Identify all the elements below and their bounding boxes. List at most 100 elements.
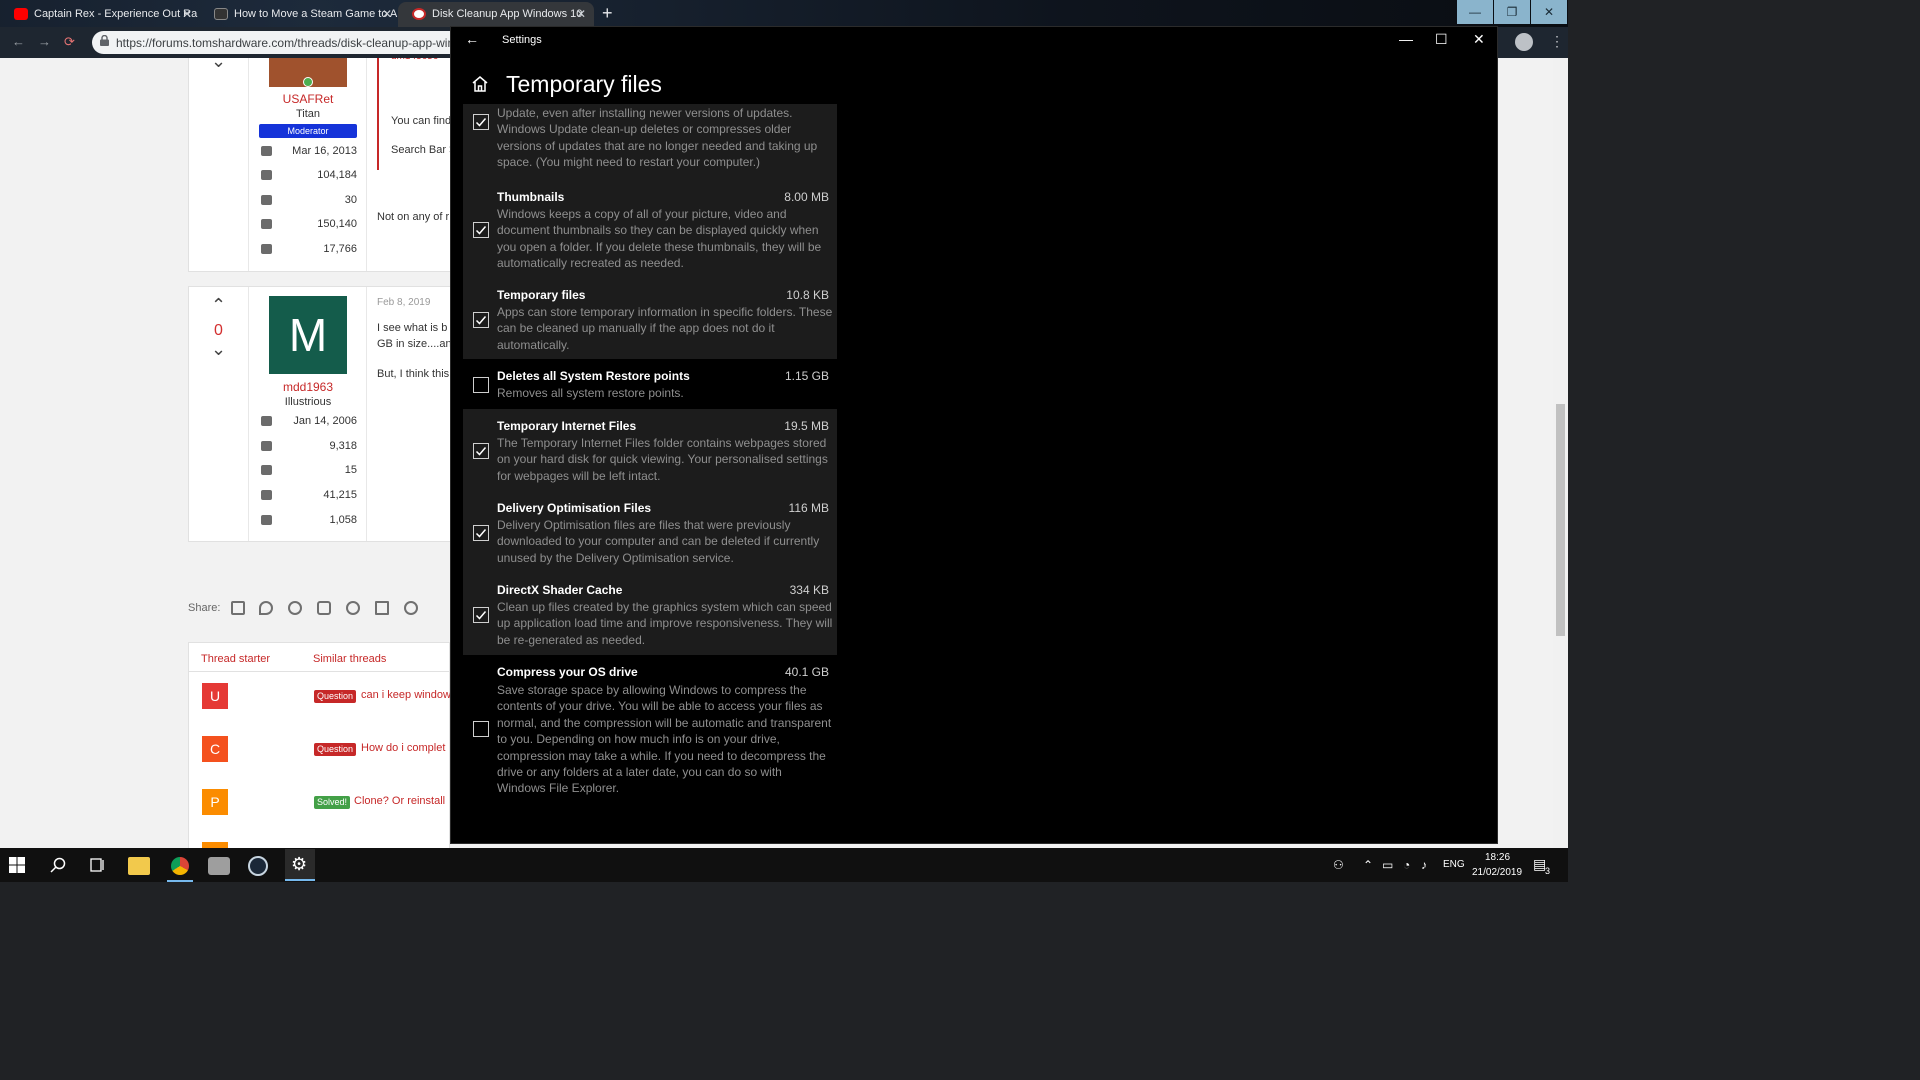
home-icon[interactable] bbox=[471, 75, 489, 93]
messages-icon bbox=[261, 170, 272, 180]
media-app-icon[interactable] bbox=[208, 857, 230, 875]
close-icon[interactable]: ✕ bbox=[1473, 31, 1485, 48]
thread-avatar[interactable]: U bbox=[202, 683, 228, 709]
minimize-icon[interactable]: — bbox=[1399, 31, 1413, 47]
item-checkbox[interactable] bbox=[473, 525, 489, 541]
checkmark-icon bbox=[475, 529, 487, 538]
link-icon[interactable] bbox=[404, 601, 418, 615]
messages-icon bbox=[261, 441, 272, 451]
user-rank: Titan bbox=[295, 108, 321, 120]
file-explorer-icon[interactable] bbox=[128, 857, 150, 875]
page-scrollbar-thumb[interactable] bbox=[1556, 404, 1565, 636]
item-checkbox[interactable] bbox=[473, 721, 489, 737]
address-bar[interactable]: https://forums.tomshardware.com/threads/… bbox=[92, 31, 492, 54]
username[interactable]: mdd1963 bbox=[249, 380, 367, 394]
forum-post: ⌃ 0 ⌄ M mdd1963 Illustrious Jan 14, 2006… bbox=[188, 286, 452, 542]
cleanup-item-thumbnails[interactable]: Thumbnails 8.00 MB Windows keeps a copy … bbox=[463, 180, 837, 270]
restore-icon[interactable]: ❐ bbox=[1494, 0, 1530, 24]
steam-icon[interactable] bbox=[248, 856, 268, 876]
browser-tab-htg[interactable]: How to Move a Steam Game to A ✕ bbox=[200, 2, 400, 27]
wifi-icon[interactable]: ◔ bbox=[1403, 858, 1410, 872]
cleanup-item-delivery-optimisation[interactable]: Delivery Optimisation Files 116 MB Deliv… bbox=[463, 491, 837, 573]
close-tab-icon[interactable]: ✕ bbox=[382, 7, 392, 21]
cleanup-item-temporary-files[interactable]: Temporary files 10.8 KB Apps can store t… bbox=[463, 270, 837, 359]
browser-tab-youtube[interactable]: Captain Rex - Experience Out Ra ✕ bbox=[0, 2, 200, 27]
checkmark-icon bbox=[475, 611, 487, 620]
stat-points: 41,215 bbox=[261, 489, 357, 503]
whatsapp-icon[interactable] bbox=[346, 601, 360, 615]
checkmark-icon bbox=[475, 226, 487, 235]
close-tab-icon[interactable]: ✕ bbox=[576, 7, 586, 21]
language-indicator[interactable]: ENG bbox=[1443, 859, 1465, 870]
cleanup-item-temporary-internet-files[interactable]: Temporary Internet Files 19.5 MB The Tem… bbox=[463, 409, 837, 491]
chrome-icon bbox=[171, 857, 189, 875]
thread-title-link[interactable]: How do i complet bbox=[361, 742, 445, 754]
quote-ref[interactable]: dm143656 bbox=[391, 58, 438, 62]
reload-icon[interactable]: ⟳ bbox=[64, 34, 75, 50]
cleanup-item-windows-update[interactable]: Update, even after installing newer vers… bbox=[463, 104, 837, 180]
thread-avatar[interactable]: P bbox=[202, 789, 228, 815]
cleanup-item-compress-os-drive[interactable]: Compress your OS drive 40.1 GB Save stor… bbox=[463, 655, 837, 804]
profile-avatar[interactable] bbox=[1515, 33, 1533, 51]
minimize-icon[interactable]: — bbox=[1457, 0, 1493, 24]
post-date[interactable]: Feb 8, 2019 bbox=[377, 297, 430, 308]
item-checkbox[interactable] bbox=[473, 607, 489, 623]
item-checkbox[interactable] bbox=[473, 222, 489, 238]
show-hidden-icons-chevron-icon[interactable]: ⌃ bbox=[1363, 858, 1373, 872]
new-tab-button[interactable]: + bbox=[602, 3, 613, 24]
close-icon[interactable]: ✕ bbox=[1531, 0, 1567, 24]
settings-taskbar-button[interactable]: ⚙ bbox=[285, 849, 315, 881]
windows-start-icon[interactable] bbox=[9, 857, 25, 873]
similar-threads-header[interactable]: Similar threads bbox=[313, 653, 386, 665]
close-tab-icon[interactable]: ✕ bbox=[182, 7, 192, 21]
clock-time[interactable]: 18:26 bbox=[1485, 852, 1510, 863]
clock-date[interactable]: 21/02/2019 bbox=[1472, 867, 1522, 878]
moderator-badge: Moderator bbox=[259, 124, 357, 138]
tomshardware-icon bbox=[412, 8, 426, 20]
downvote-icon[interactable]: ⌄ bbox=[211, 339, 226, 360]
cleanup-item-restore-points[interactable]: Deletes all System Restore points 1.15 G… bbox=[463, 359, 837, 409]
facebook-icon[interactable] bbox=[231, 601, 245, 615]
battery-icon[interactable]: ▭ bbox=[1382, 858, 1393, 872]
twitter-icon[interactable] bbox=[259, 601, 273, 615]
tumblr-icon[interactable] bbox=[317, 601, 331, 615]
reddit-icon[interactable] bbox=[288, 601, 302, 615]
cleanup-item-directx-shader-cache[interactable]: DirectX Shader Cache 334 KB Clean up fil… bbox=[463, 573, 837, 655]
email-icon[interactable] bbox=[375, 601, 389, 615]
temp-files-list: Update, even after installing newer vers… bbox=[463, 104, 837, 804]
chrome-taskbar-button[interactable] bbox=[167, 854, 193, 882]
thumbs-up-icon bbox=[261, 465, 272, 475]
trophy-icon bbox=[261, 490, 272, 500]
avatar[interactable]: M bbox=[269, 296, 347, 374]
thread-title-link[interactable]: can i keep window bbox=[361, 689, 451, 701]
upvote-icon[interactable]: ⌃ bbox=[211, 295, 226, 316]
people-icon[interactable]: ⚇ bbox=[1333, 858, 1344, 872]
volume-icon[interactable]: ♪ bbox=[1421, 858, 1427, 872]
stat-messages: 9,318 bbox=[261, 440, 357, 454]
back-icon[interactable]: ← bbox=[12, 34, 25, 49]
thumbs-up-icon bbox=[261, 195, 272, 205]
task-view-icon[interactable] bbox=[90, 857, 106, 873]
question-badge: Question bbox=[314, 690, 357, 703]
forward-icon[interactable]: → bbox=[38, 34, 51, 49]
search-icon[interactable] bbox=[50, 857, 66, 873]
gear-icon: ⚙ bbox=[291, 854, 308, 874]
item-size: 334 KB bbox=[789, 583, 829, 597]
item-checkbox[interactable] bbox=[473, 114, 489, 130]
downvote-icon[interactable]: ⌄ bbox=[211, 58, 226, 72]
more-menu-icon[interactable]: ⋮ bbox=[1550, 33, 1564, 50]
thread-starter-header[interactable]: Thread starter bbox=[201, 653, 270, 665]
item-checkbox[interactable] bbox=[473, 377, 489, 393]
item-checkbox[interactable] bbox=[473, 312, 489, 328]
thread-title-link[interactable]: Clone? Or reinstall bbox=[354, 795, 445, 807]
browser-tab-active[interactable]: Disk Cleanup App Windows 10 ✕ bbox=[398, 2, 594, 27]
solved-badge: Solved! bbox=[314, 796, 351, 809]
username[interactable]: USAFRet bbox=[249, 92, 367, 106]
vote-column: ⌄ bbox=[189, 58, 249, 271]
checkmark-icon bbox=[475, 118, 487, 127]
maximize-icon[interactable]: ☐ bbox=[1435, 31, 1448, 48]
notification-count: 3 bbox=[1545, 866, 1551, 876]
thread-avatar[interactable]: C bbox=[202, 736, 228, 762]
item-checkbox[interactable] bbox=[473, 443, 489, 459]
back-arrow-icon[interactable]: ← bbox=[465, 31, 479, 47]
